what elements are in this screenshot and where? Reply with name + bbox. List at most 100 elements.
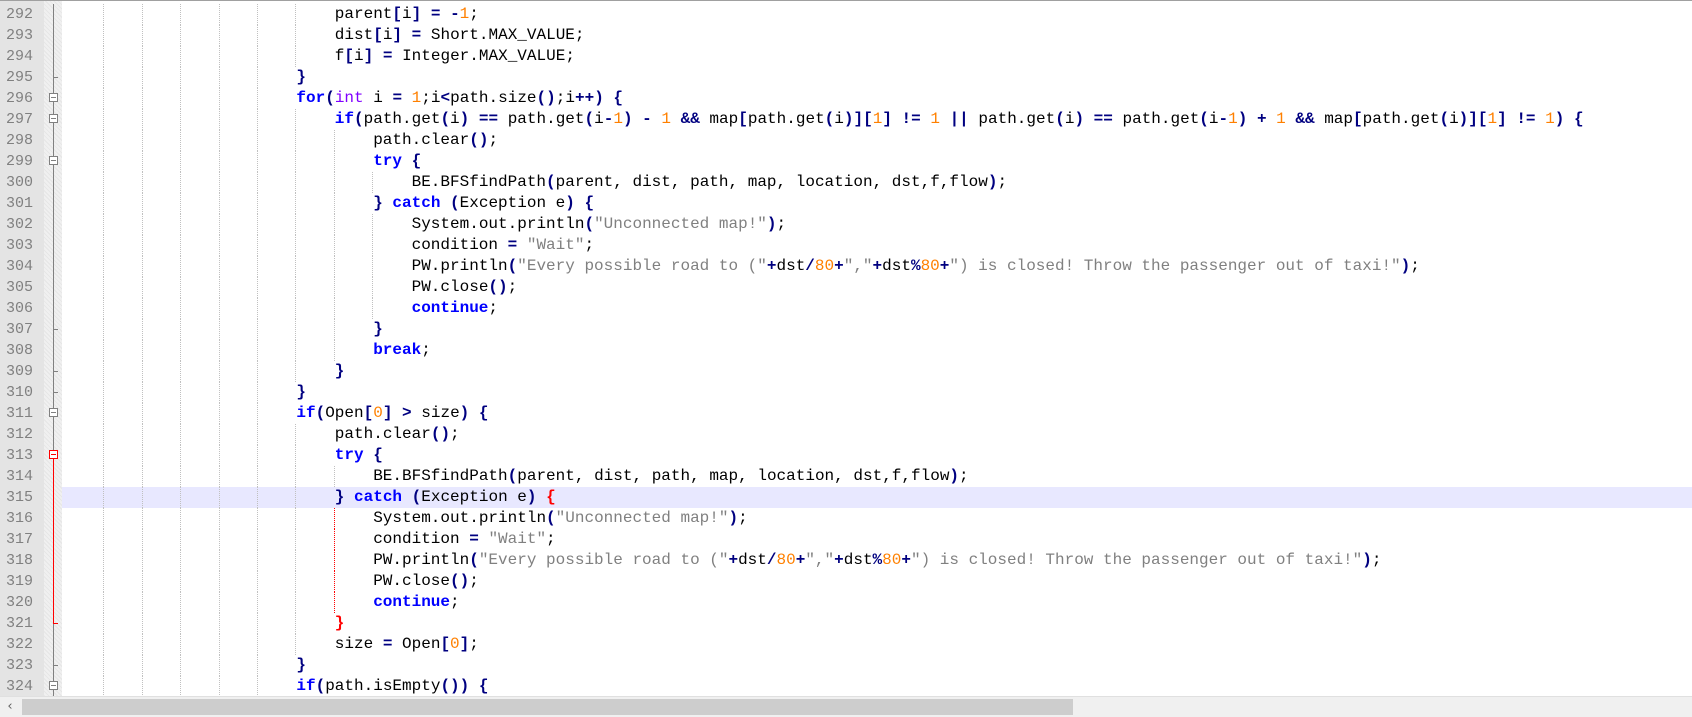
code-line[interactable]: 298 path.clear(); [0,130,1692,151]
code-text[interactable]: PW.close(); [412,277,518,298]
code-line[interactable]: 293 dist[i] = Short.MAX_VALUE; [0,25,1692,46]
indent-guide [257,571,258,592]
code-text[interactable]: size = Open[0]; [335,634,479,655]
code-line[interactable]: 295} [0,67,1692,88]
code-text[interactable]: f[i] = Integer.MAX_VALUE; [335,46,575,67]
code-line[interactable]: 320 continue; [0,592,1692,613]
code-text[interactable]: continue; [412,298,498,319]
code-text[interactable]: condition = "Wait"; [373,529,555,550]
indent-guide [180,130,182,151]
code-text[interactable]: } [335,613,345,634]
code-text[interactable]: parent[i] = -1; [335,4,479,25]
line-number: 321 [6,615,34,632]
code-line[interactable]: 299 try { [0,151,1692,172]
code-line[interactable]: 314 BE.BFSfindPath(parent, dist, path, ma… [0,466,1692,487]
code-token: close [402,572,451,590]
code-text[interactable]: if(path.get(i) == path.get(i-1) - 1 && m… [335,109,1584,130]
code-text[interactable]: continue; [373,592,459,613]
code-text[interactable]: path.clear(); [373,130,498,151]
code-line[interactable]: 315} catch (Exception e) { [0,487,1692,508]
code-editor[interactable]: 292 parent[i] = -1; 293 dist[i] = Short.MAX… [0,0,1692,696]
code-token: dst [853,467,883,485]
code-line[interactable]: 308 break; [0,340,1692,361]
code-text[interactable]: } [296,655,306,676]
code-text[interactable]: condition = "Wait"; [412,235,594,256]
code-text[interactable]: } [335,361,345,382]
indent-guide [141,25,143,46]
code-line[interactable]: 311 if(Open[0] > size) { [0,403,1692,424]
code-text[interactable]: PW.println("Every possible road to ("+ds… [412,256,1420,277]
code-line[interactable]: 312 path.clear(); [0,424,1692,445]
code-token: ( [450,194,460,212]
code-line[interactable]: 324 if(path.isEmpty()) { [0,676,1692,696]
code-text[interactable]: PW.println("Every possible road to ("+ds… [373,550,1381,571]
indent-guide [257,340,258,361]
code-text[interactable]: } catch (Exception e) { [373,193,594,214]
code-line[interactable]: 321} [0,613,1692,634]
indent-guide [257,256,258,277]
code-text[interactable]: dist[i] = Short.MAX_VALUE; [335,25,585,46]
indent-guide [372,172,374,193]
code-line[interactable]: 323} [0,655,1692,676]
code-text[interactable]: if(Open[0] > size) { [296,403,488,424]
code-token: , [728,173,739,191]
code-text[interactable]: } [296,67,306,88]
code-line[interactable]: 316 System.out.println("Unconnected map!"… [0,508,1692,529]
indent-guide [141,46,143,67]
code-text[interactable]: path.clear(); [335,424,460,445]
code-token: ( [469,131,479,149]
code-line[interactable]: 296 for(int i = 1;i<path.size();i++) { [0,88,1692,109]
code-line[interactable]: 319 PW.close(); [0,571,1692,592]
code-line[interactable]: 306 continue; [0,298,1692,319]
code-text[interactable]: System.out.println("Unconnected map!"); [412,214,787,235]
code-text[interactable]: BE.BFSfindPath(parent, dist, path, map, … [412,172,1007,193]
code-line[interactable]: 303 condition = "Wait"; [0,235,1692,256]
code-line[interactable]: 322 size = Open[0]; [0,634,1692,655]
code-text[interactable]: BE.BFSfindPath(parent, dist, path, map, … [373,466,968,487]
indent-guide [180,256,182,277]
code-token: clear [421,131,470,149]
code-token: . [430,509,441,527]
code-text[interactable]: } [373,319,383,340]
code-token: ] [882,110,892,128]
code-text[interactable]: PW.close(); [373,571,479,592]
code-text[interactable]: try { [335,445,383,466]
code-line[interactable]: 304 PW.println("Every possible road to ("… [0,256,1692,277]
code-line[interactable]: 310} [0,382,1692,403]
code-line[interactable]: 307} [0,319,1692,340]
code-token: } [296,656,306,674]
code-text[interactable]: } [296,382,306,403]
code-line[interactable]: 309} [0,361,1692,382]
code-line[interactable]: 292 parent[i] = -1; [0,4,1692,25]
code-line[interactable]: 305 PW.close(); [0,277,1692,298]
code-token: 1 [1487,110,1498,128]
scrollbar-thumb[interactable] [22,699,1073,715]
code-line[interactable]: 297 if(path.get(i) == path.get(i-1) - 1 &… [0,109,1692,130]
code-text[interactable]: System.out.println("Unconnected map!"); [373,508,748,529]
code-line[interactable]: 317 condition = "Wait"; [0,529,1692,550]
horizontal-scrollbar[interactable]: ‹ [0,696,1692,717]
code-token: dist [334,26,374,44]
code-line[interactable]: 313 try { [0,445,1692,466]
indent-guide [257,424,258,445]
code-token: ( [536,89,547,107]
code-line[interactable]: 300 BE.BFSfindPath(parent, dist, path, ma… [0,172,1692,193]
code-text[interactable]: if(path.isEmpty()) { [296,676,488,696]
code-token: . [411,131,422,149]
scroll-left-arrow-icon[interactable]: ‹ [0,697,20,717]
code-text[interactable]: try { [373,151,421,172]
code-text[interactable]: } catch (Exception e) { [335,487,556,508]
code-token: . [507,215,518,233]
line-number: 307 [6,321,34,338]
code-text[interactable]: for(int i = 1;i<path.size();i++) { [296,88,623,109]
code-line[interactable]: 318 PW.println("Every possible road to ("… [0,550,1692,571]
code-line[interactable]: 301} catch (Exception e) { [0,193,1692,214]
code-text[interactable]: break; [373,340,431,361]
indent-guide [295,529,297,550]
indent-guide [180,277,182,298]
code-line[interactable]: 294 f[i] = Integer.MAX_VALUE; [0,46,1692,67]
code-token: i [1208,110,1219,128]
code-line[interactable]: 302 System.out.println("Unconnected map!"… [0,214,1692,235]
